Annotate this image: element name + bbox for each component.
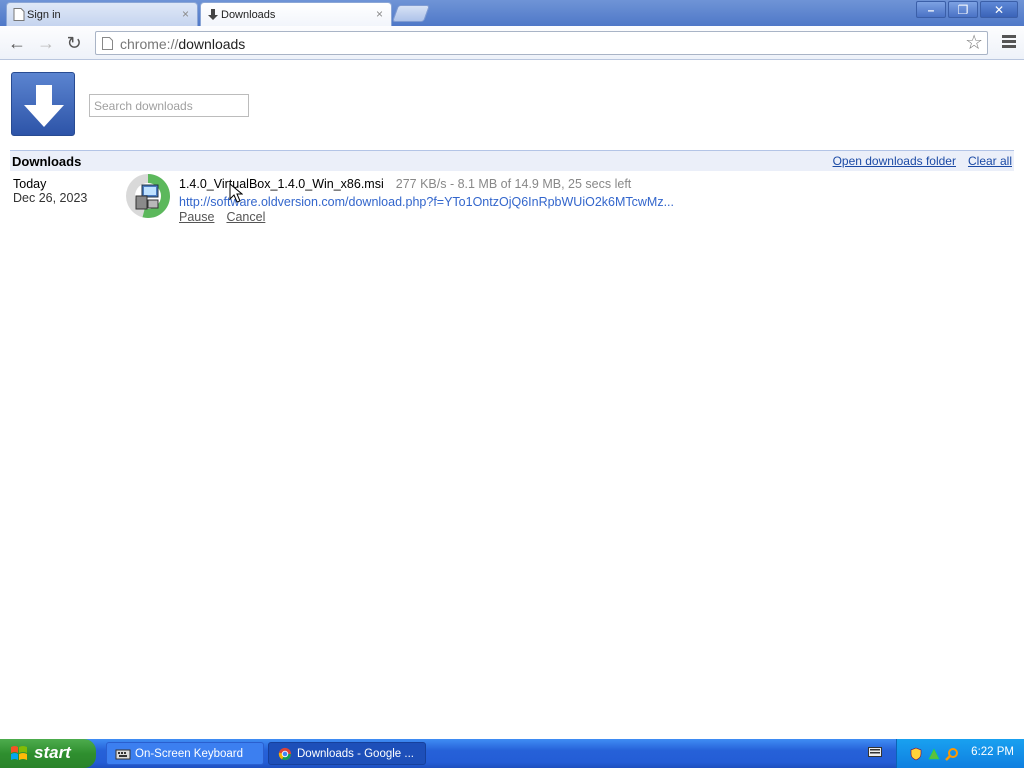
start-label: start [34,743,71,762]
security-shield-icon[interactable] [909,747,923,761]
download-controls: Pause Cancel [179,210,277,224]
address-bar[interactable]: chrome://downloads ☆ [95,31,988,55]
downloads-logo [11,72,75,136]
close-tab-icon[interactable]: × [376,7,383,21]
windows-flag-icon [11,746,27,760]
bookmark-star-icon[interactable]: ☆ [965,32,983,54]
mouse-cursor-icon [229,183,243,203]
clock: 6:22 PM [971,746,1014,758]
download-info: 1.4.0_VirtualBox_1.4.0_Win_x86.msi 277 KB… [179,177,631,191]
taskbar-item-label: On-Screen Keyboard [135,748,244,760]
download-date: Today Dec 26, 2023 [13,177,87,205]
back-button[interactable]: ← [7,33,27,53]
taskbar-item-chrome[interactable]: Downloads - Google ... [268,742,426,765]
page-icon [13,8,25,21]
forward-button[interactable]: → [36,33,56,53]
download-source-url-link[interactable]: http://software.oldversion.com/download.… [179,195,674,209]
tab-label: Downloads [221,8,276,21]
download-arrow-icon [208,9,218,20]
start-button[interactable]: start [0,739,96,768]
download-status: 277 KB/s - 8.1 MB of 14.9 MB, 25 secs le… [395,177,632,191]
page-icon [102,37,113,50]
close-window-button[interactable]: ✕ [980,1,1018,18]
taskbar-item-label: Downloads - Google ... [297,748,414,760]
clear-all-link[interactable]: Clear all [968,154,1012,168]
restore-button[interactable]: ❐ [948,1,978,18]
tab-label: Sign in [27,8,61,21]
download-filename-link[interactable]: 1.4.0_VirtualBox_1.4.0_Win_x86.msi [179,177,384,191]
download-progress-icon [126,174,170,218]
window-controls: – ❐ ✕ [916,1,1018,18]
open-downloads-folder-link[interactable]: Open downloads folder [833,154,956,168]
download-arrow-icon [24,85,64,127]
tab-sign-in[interactable]: Sign in × [6,2,198,26]
tab-strip: Sign in × Downloads × – ❐ ✕ [0,0,1024,26]
date-full: Dec 26, 2023 [13,191,88,205]
network-icon[interactable] [927,747,941,761]
minimize-button[interactable]: – [916,1,946,18]
date-today: Today [13,177,47,191]
search-downloads-input[interactable] [89,94,249,117]
cancel-link[interactable]: Cancel [226,210,265,224]
system-tray: 6:22 PM [896,739,1024,768]
url-text: chrome://downloads [120,36,246,52]
tab-downloads[interactable]: Downloads × [200,2,392,26]
chrome-icon [278,747,292,761]
section-title: Downloads [12,154,82,169]
new-tab-button[interactable] [391,5,431,22]
taskbar-item-on-screen-keyboard[interactable]: On-Screen Keyboard [106,742,264,765]
downloads-header: Downloads Open downloads folder Clear all [10,150,1014,171]
reload-button[interactable]: ↻ [64,33,84,53]
browser-toolbar: ← → ↻ chrome://downloads ☆ [0,26,1024,60]
keyboard-tray-icon[interactable] [868,746,882,758]
wrench-menu-icon[interactable] [1002,35,1016,49]
search-icon[interactable] [945,747,959,761]
pause-link[interactable]: Pause [179,210,214,224]
close-tab-icon[interactable]: × [182,7,189,21]
keyboard-icon [115,749,131,760]
